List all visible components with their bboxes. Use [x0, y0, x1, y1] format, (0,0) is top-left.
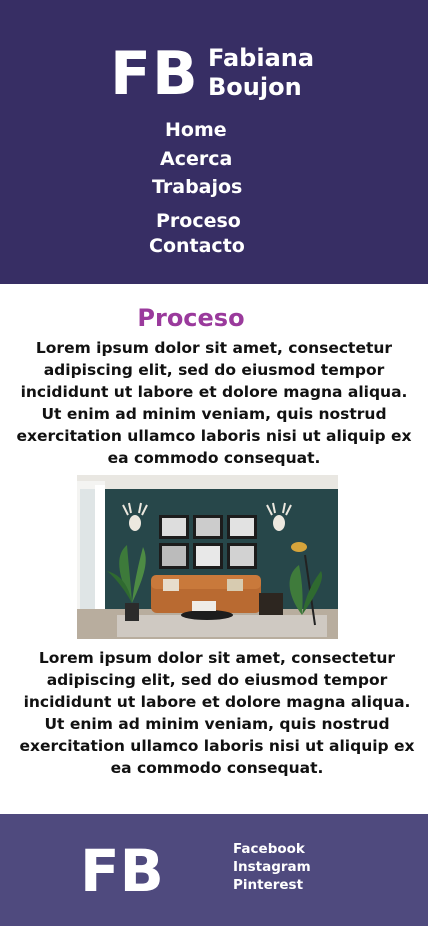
nav-contacto[interactable]: Contacto [149, 234, 245, 258]
footer-logo-initials[interactable]: FB [80, 838, 164, 904]
logo-name-first: Fabiana [208, 44, 315, 72]
logo-name: Fabiana Boujon [208, 44, 314, 102]
social-link-pinterest[interactable]: Pinterest [233, 877, 303, 894]
body-paragraph: Lorem ipsum dolor sit amet, consectetur … [19, 649, 415, 777]
intro-paragraph: Lorem ipsum dolor sit amet, consectetur … [16, 339, 412, 467]
social-link-instagram[interactable]: Instagram [233, 859, 311, 876]
nav-trabajos[interactable]: Trabajos [152, 175, 242, 199]
site-header: FB Fabiana Boujon Home Acerca Trabajos P… [0, 0, 428, 284]
site-footer: FB Facebook Instagram Pinterest [0, 814, 428, 926]
page-title: Proceso [137, 304, 245, 332]
logo-name-last: Boujon [208, 73, 302, 101]
living-room-photo [77, 475, 338, 639]
nav-home[interactable]: Home [165, 118, 227, 142]
social-link-facebook[interactable]: Facebook [233, 841, 305, 858]
nav-acerca[interactable]: Acerca [160, 147, 232, 171]
logo-initials[interactable]: FB [110, 38, 199, 110]
nav-proceso[interactable]: Proceso [156, 209, 241, 233]
